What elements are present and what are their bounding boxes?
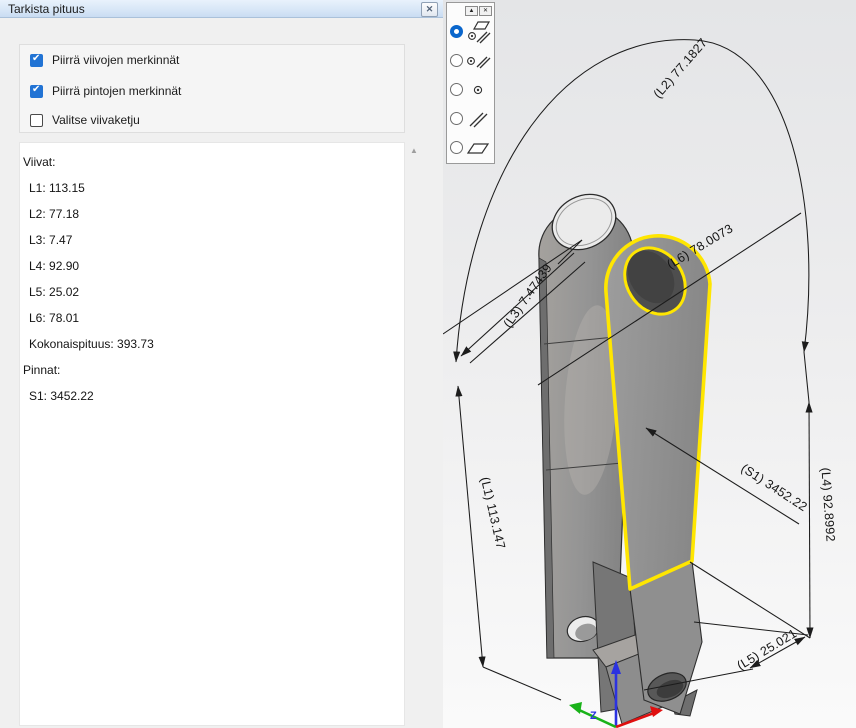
- filter-option-line[interactable]: [447, 104, 494, 133]
- dim-label-l5: (L5) 25.021: [735, 626, 800, 673]
- checkbox-1[interactable]: [30, 54, 43, 67]
- line-icon: [465, 106, 491, 132]
- filter-option-plane-point-line[interactable]: [447, 17, 494, 46]
- checkbox-row-draw-surface-marks[interactable]: Piirrä pintojen merkinnät: [30, 84, 181, 98]
- list-item-s1: S1: 3452.22: [20, 383, 404, 409]
- dimension-line-l4: [809, 402, 810, 638]
- collapse-icon[interactable]: ▲: [465, 6, 478, 16]
- list-item-l1: L1: 113.15: [20, 175, 404, 201]
- plane-point-line-icon: [465, 19, 491, 45]
- filter-option-point-line[interactable]: [447, 46, 494, 75]
- radio-point[interactable]: [450, 83, 463, 96]
- dim-label-l1: (L1) 113.147: [478, 476, 508, 551]
- model-canvas[interactable]: (L2) 77.1827 (L6) 78.0073 (L3) 7.47439 (…: [443, 0, 856, 728]
- list-item-l2: L2: 77.18: [20, 201, 404, 227]
- dialog-title-bar[interactable]: Tarkista pituus ✕: [0, 0, 443, 18]
- point-icon: [465, 77, 491, 103]
- dimension-line-l1: [458, 386, 483, 667]
- list-item-l6: L6: 78.01: [20, 305, 404, 331]
- options-groupbox: Piirrä viivojen merkinnät Piirrä pintoje…: [19, 44, 405, 133]
- filter-option-point[interactable]: [447, 75, 494, 104]
- toolbar-header: ▲ ✕: [447, 3, 494, 17]
- dimension-ext-l4-top: [804, 352, 809, 402]
- dialog-title: Tarkista pituus: [8, 2, 85, 16]
- results-list: Viivat: L1: 113.15 L2: 77.18 L3: 7.47 L4…: [19, 142, 405, 726]
- close-icon[interactable]: ✕: [479, 6, 492, 16]
- plane-icon: [465, 135, 491, 161]
- axis-x-arrowhead: [569, 702, 582, 714]
- checkbox-2[interactable]: [30, 85, 43, 98]
- radio-plane-point-line[interactable]: [450, 25, 463, 38]
- scroll-up-icon[interactable]: ▲: [407, 145, 421, 157]
- dim-label-s1: (S1) 3452.22: [739, 461, 810, 514]
- radio-point-line[interactable]: [450, 54, 463, 67]
- list-item-total: Kokonaispituus: 393.73: [20, 331, 404, 357]
- dim-label-l4: (L4) 92.8992: [818, 467, 837, 542]
- close-icon[interactable]: ✕: [421, 2, 438, 17]
- checkbox-row-select-chain[interactable]: Valitse viivaketju: [30, 113, 140, 127]
- checkbox-label: Piirrä viivojen merkinnät: [52, 53, 179, 67]
- model-bracket: [539, 184, 710, 724]
- 3d-viewport[interactable]: (L2) 77.1827 (L6) 78.0073 (L3) 7.47439 (…: [443, 0, 856, 728]
- check-length-dialog: Tarkista pituus ✕ Piirrä viivojen merkin…: [0, 0, 444, 728]
- checkbox-label: Valitse viivaketju: [52, 113, 140, 127]
- lines-header: Viivat:: [20, 149, 404, 175]
- dimension-ext-l1: [483, 667, 561, 700]
- radio-line[interactable]: [450, 112, 463, 125]
- radio-plane[interactable]: [450, 141, 463, 154]
- checkbox-row-draw-line-marks[interactable]: Piirrä viivojen merkinnät: [30, 53, 179, 67]
- list-item-l3: L3: 7.47: [20, 227, 404, 253]
- selection-filter-toolbar: ▲ ✕: [446, 2, 495, 164]
- filter-option-plane[interactable]: [447, 133, 494, 162]
- point-line-icon: [465, 48, 491, 74]
- list-item-l4: L4: 92.90: [20, 253, 404, 279]
- triad-z-label: Z: [590, 710, 597, 722]
- surfaces-header: Pinnat:: [20, 357, 404, 383]
- list-item-l5: L5: 25.02: [20, 279, 404, 305]
- checkbox-3[interactable]: [30, 114, 43, 127]
- dim-label-l2: (L2) 77.1827: [651, 36, 710, 101]
- checkbox-label: Piirrä pintojen merkinnät: [52, 84, 181, 98]
